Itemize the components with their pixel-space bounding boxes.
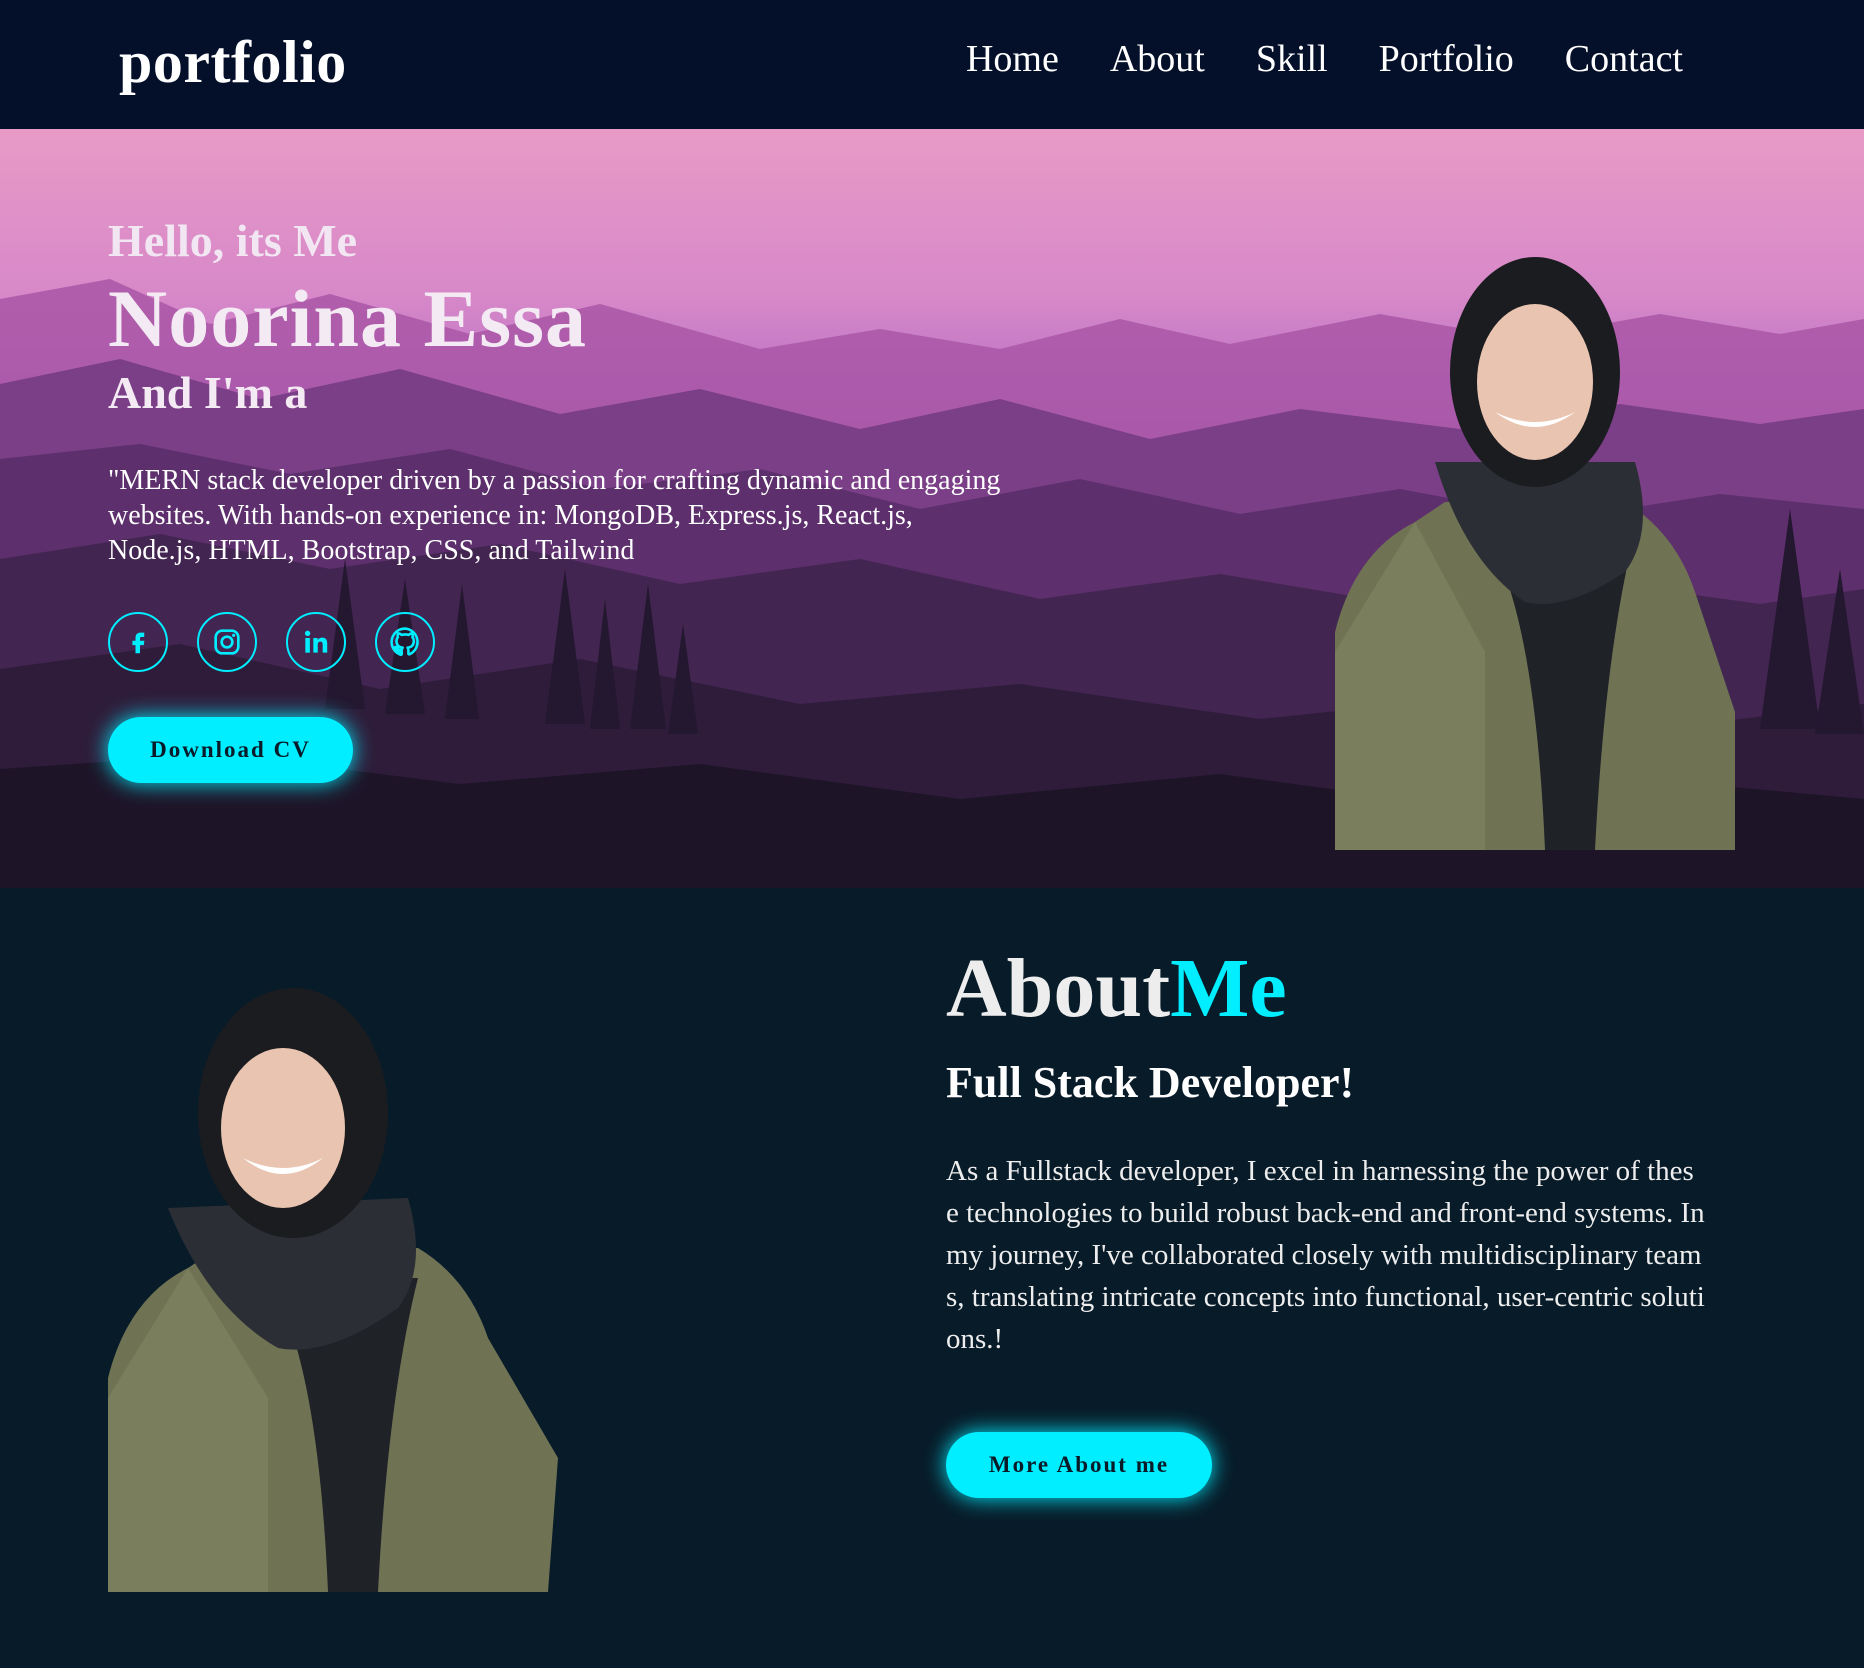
github-icon: [390, 627, 419, 657]
hero-role: And I'm a: [108, 367, 308, 418]
nav-portfolio[interactable]: Portfolio: [1379, 40, 1514, 78]
nav-skill[interactable]: Skill: [1256, 40, 1328, 78]
download-cv-button[interactable]: Download CV: [108, 717, 353, 783]
facebook-link[interactable]: [108, 612, 168, 672]
facebook-icon: [132, 632, 145, 654]
nav-home[interactable]: Home: [966, 40, 1059, 78]
linkedin-icon: [304, 630, 328, 653]
about-title-main: About: [946, 942, 1171, 1035]
more-about-button[interactable]: More About me: [946, 1432, 1212, 1498]
nav-contact[interactable]: Contact: [1565, 40, 1683, 78]
about-text: As a Fullstack developer, I excel in har…: [946, 1155, 1705, 1355]
about-title-accent: Me: [1170, 942, 1287, 1035]
main-nav: Home About Skill Portfolio Contact: [966, 40, 1683, 78]
social-links: [108, 612, 435, 672]
github-link[interactable]: [375, 612, 435, 672]
hero-greeting: Hello, its Me: [108, 215, 358, 266]
hero-section: Hello, its Me Noorina Essa And I'm a "ME…: [0, 129, 1864, 888]
hero-name: Noorina Essa: [108, 273, 588, 364]
site-header: portfolio Home About Skill Portfolio Con…: [0, 0, 1864, 129]
nav-about[interactable]: About: [1110, 40, 1205, 78]
hero-profile-photo: [1335, 257, 1735, 850]
instagram-link[interactable]: [197, 612, 257, 672]
about-subtitle: Full Stack Developer!: [946, 1058, 1355, 1107]
about-profile-photo: [108, 988, 558, 1592]
about-title: AboutMe: [946, 940, 1287, 1037]
hero-bio: "MERN stack developer driven by a passio…: [108, 465, 1001, 566]
linkedin-link[interactable]: [286, 612, 346, 672]
logo[interactable]: portfolio: [119, 28, 347, 97]
instagram-icon: [214, 629, 240, 655]
